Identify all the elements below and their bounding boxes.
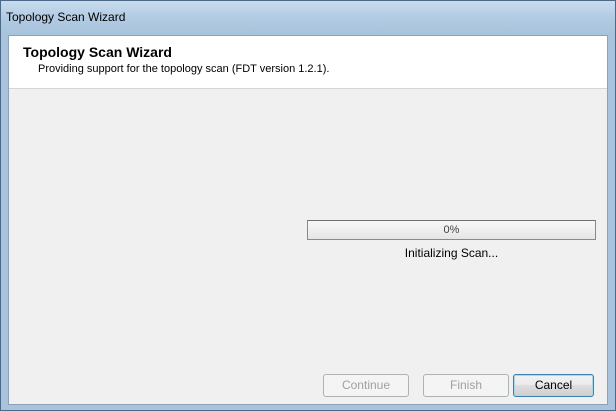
continue-button[interactable]: Continue <box>323 374 409 397</box>
header-subtitle: Providing support for the topology scan … <box>38 63 330 75</box>
finish-button[interactable]: Finish <box>423 374 509 397</box>
window-title: Topology Scan Wizard <box>6 10 126 24</box>
scan-status: Initializing Scan... <box>404 246 499 260</box>
wizard-body: Topology Scan Wizard Providing support f… <box>8 35 608 405</box>
cancel-button[interactable]: Cancel <box>513 374 594 397</box>
wizard-header: Topology Scan Wizard Providing support f… <box>9 36 607 89</box>
scan-progress-bar: 0% <box>307 220 596 240</box>
header-title: Topology Scan Wizard <box>23 44 172 60</box>
wizard-window: Topology Scan Wizard Topology Scan Wizar… <box>0 0 616 411</box>
progress-percent: 0% <box>443 224 460 236</box>
title-bar[interactable]: Topology Scan Wizard <box>1 1 615 34</box>
